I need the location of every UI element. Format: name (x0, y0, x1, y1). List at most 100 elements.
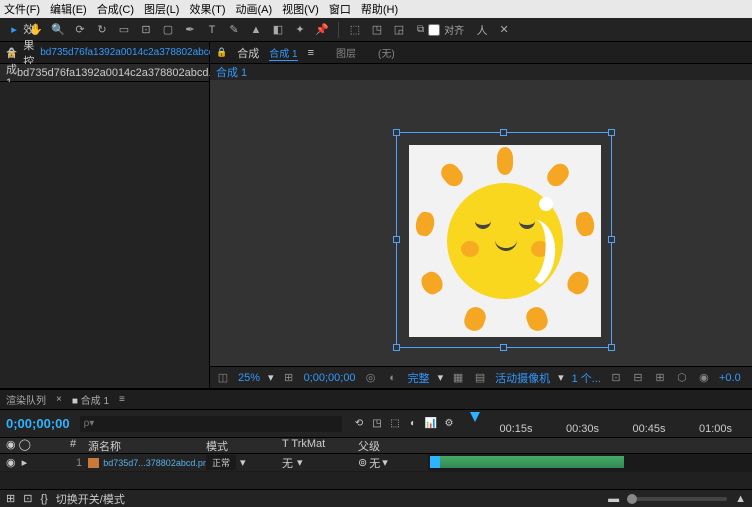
col-mode[interactable]: 模式 (206, 438, 282, 453)
expand-icon[interactable]: ▸ (22, 456, 28, 469)
shape-tool[interactable]: ▢ (158, 20, 178, 40)
menu-layer[interactable]: 图层(L) (144, 1, 179, 17)
view-axis-icon[interactable]: ◲ (389, 20, 409, 40)
toggle1-icon[interactable]: ⊞ (6, 492, 15, 505)
layer-bar-track[interactable] (428, 454, 752, 471)
menu-anim[interactable]: 动画(A) (236, 1, 273, 17)
playhead[interactable] (470, 412, 480, 422)
view-opt1-icon[interactable]: ⊡ (609, 371, 623, 384)
timeline-search[interactable] (80, 416, 342, 432)
view-count[interactable]: 1 个... (572, 370, 601, 386)
zoom-level[interactable]: 25% (238, 372, 260, 384)
panel-menu-icon[interactable]: ≡ (119, 394, 125, 405)
orbit-tool[interactable]: ⟳ (70, 20, 90, 40)
zoom-tool[interactable]: 🔍 (48, 20, 68, 40)
view-opt2-icon[interactable]: ⊟ (631, 371, 645, 384)
world-axis-icon[interactable]: ◳ (367, 20, 387, 40)
menu-window[interactable]: 窗口 (329, 1, 351, 17)
puppet-tool[interactable]: 📌 (312, 20, 332, 40)
parent-dropdown[interactable]: 无 (369, 455, 380, 471)
snapping-toggle[interactable]: ⧉ 对齐 (417, 22, 464, 37)
selection-tool[interactable]: ▸ (4, 20, 24, 40)
trkmat-dropdown[interactable]: 无 (282, 455, 293, 471)
text-tool[interactable]: T (202, 20, 222, 40)
channel-icon[interactable]: ◐ (386, 372, 400, 384)
layer-duration-bar[interactable] (430, 456, 624, 468)
comp-sub-name[interactable]: 合成 1 (216, 67, 247, 79)
snap-extend-icon[interactable]: 人 (472, 20, 492, 40)
eraser-tool[interactable]: ◧ (268, 20, 288, 40)
blend-mode-dropdown[interactable]: 正常 (206, 455, 236, 470)
brush-tool[interactable]: ✎ (224, 20, 244, 40)
viewer[interactable] (210, 80, 752, 366)
dropdown-icon[interactable]: ▾ (558, 371, 564, 384)
menu-view[interactable]: 视图(V) (282, 1, 319, 17)
grid-icon[interactable]: ▦ (451, 371, 465, 384)
panel-menu-icon[interactable]: ≡ (308, 47, 314, 59)
handle-br[interactable] (608, 344, 615, 351)
handle-bm[interactable] (500, 344, 507, 351)
render-queue-tab[interactable]: 渲染队列 (6, 392, 46, 407)
mask-icon[interactable]: ◫ (216, 371, 230, 384)
audio-col-icon[interactable]: ◯ (19, 439, 31, 451)
menu-edit[interactable]: 编辑(E) (50, 1, 87, 17)
menu-comp[interactable]: 合成(C) (97, 1, 134, 17)
camera-tool[interactable]: ▭ (114, 20, 134, 40)
selection-frame[interactable] (396, 132, 612, 348)
comp-tab-active[interactable]: 合成 1 (269, 45, 297, 61)
view-opt3-icon[interactable]: ⊞ (653, 371, 667, 384)
col-parent[interactable]: 父级 (358, 438, 428, 453)
toggle3-icon[interactable]: {} (40, 493, 47, 505)
menu-file[interactable]: 文件(F) (4, 1, 40, 17)
view-opt4-icon[interactable]: ⬡ (675, 371, 689, 384)
local-axis-icon[interactable]: ⬚ (345, 20, 365, 40)
col-source[interactable]: 源名称 (88, 438, 206, 453)
lock-icon[interactable]: 🔒 (216, 47, 227, 58)
dropdown-icon[interactable]: ▾ (382, 456, 388, 469)
timeline-layer-row[interactable]: ◉ ▸ 1 bd735d7...378802abcd.png 正常▾ 无▾ ⊚无… (0, 454, 752, 472)
timecode[interactable]: 0;00;00;00 (6, 416, 70, 431)
graph-icon[interactable]: 📊 (424, 418, 438, 429)
zoom-slider[interactable] (627, 497, 727, 501)
time-display[interactable]: 0;00;00;00 (304, 372, 356, 384)
shy-icon[interactable]: ⟲ (352, 418, 366, 429)
dropdown-icon[interactable]: ▾ (268, 371, 274, 384)
time-ruler[interactable]: 00:15s 00:30s 00:45s 01:00s (462, 410, 752, 437)
handle-bl[interactable] (393, 344, 400, 351)
quality-dropdown[interactable]: 完整 (408, 370, 430, 386)
col-trkmat[interactable]: T TrkMat (282, 438, 358, 453)
brain-icon[interactable]: ⚙ (442, 418, 456, 429)
toggle2-icon[interactable]: ⊡ (23, 492, 32, 505)
snapshot-icon[interactable]: ◎ (364, 371, 378, 384)
toggle-switches[interactable]: 切换开关/模式 (56, 491, 125, 507)
draft3d-icon[interactable]: ◳ (370, 418, 384, 429)
guides-icon[interactable]: ▤ (473, 371, 487, 384)
eye-col-icon[interactable]: ◉ (6, 439, 16, 451)
handle-rm[interactable] (608, 236, 615, 243)
effects-tab-filename[interactable]: bd735d76fa1392a0014c2a378802abcd.p (40, 47, 222, 58)
zoom-out-icon[interactable]: ▬ (608, 493, 619, 505)
snap-checkbox[interactable] (428, 24, 440, 36)
handle-tl[interactable] (393, 129, 400, 136)
dropdown-icon[interactable]: ▾ (438, 371, 444, 384)
rotate-tool[interactable]: ↻ (92, 20, 112, 40)
pan-behind-tool[interactable]: ⊡ (136, 20, 156, 40)
handle-tm[interactable] (500, 129, 507, 136)
dropdown-icon[interactable]: ▾ (240, 456, 246, 469)
timeline-comp-tab[interactable]: ■ 合成 1 (72, 392, 109, 407)
handle-lm[interactable] (393, 236, 400, 243)
visibility-toggle[interactable]: ◉ (6, 456, 16, 469)
menu-help[interactable]: 帮助(H) (361, 1, 398, 17)
menu-effect[interactable]: 效果(T) (189, 1, 225, 17)
roto-tool[interactable]: ✦ (290, 20, 310, 40)
exposure-icon[interactable]: ◉ (697, 371, 711, 384)
clone-tool[interactable]: ▲ (246, 20, 266, 40)
snap-collapse-icon[interactable]: ✕ (494, 20, 514, 40)
pickwhip-icon[interactable]: ⊚ (358, 456, 367, 469)
handle-tr[interactable] (608, 129, 615, 136)
frame-blend-icon[interactable]: ⬚ (388, 418, 402, 429)
zoom-in-icon[interactable]: ▲ (735, 493, 746, 505)
dropdown-icon[interactable]: ▾ (297, 456, 303, 469)
resolution-icon[interactable]: ⊞ (282, 371, 296, 384)
motion-blur-icon[interactable]: ◐ (406, 418, 420, 429)
